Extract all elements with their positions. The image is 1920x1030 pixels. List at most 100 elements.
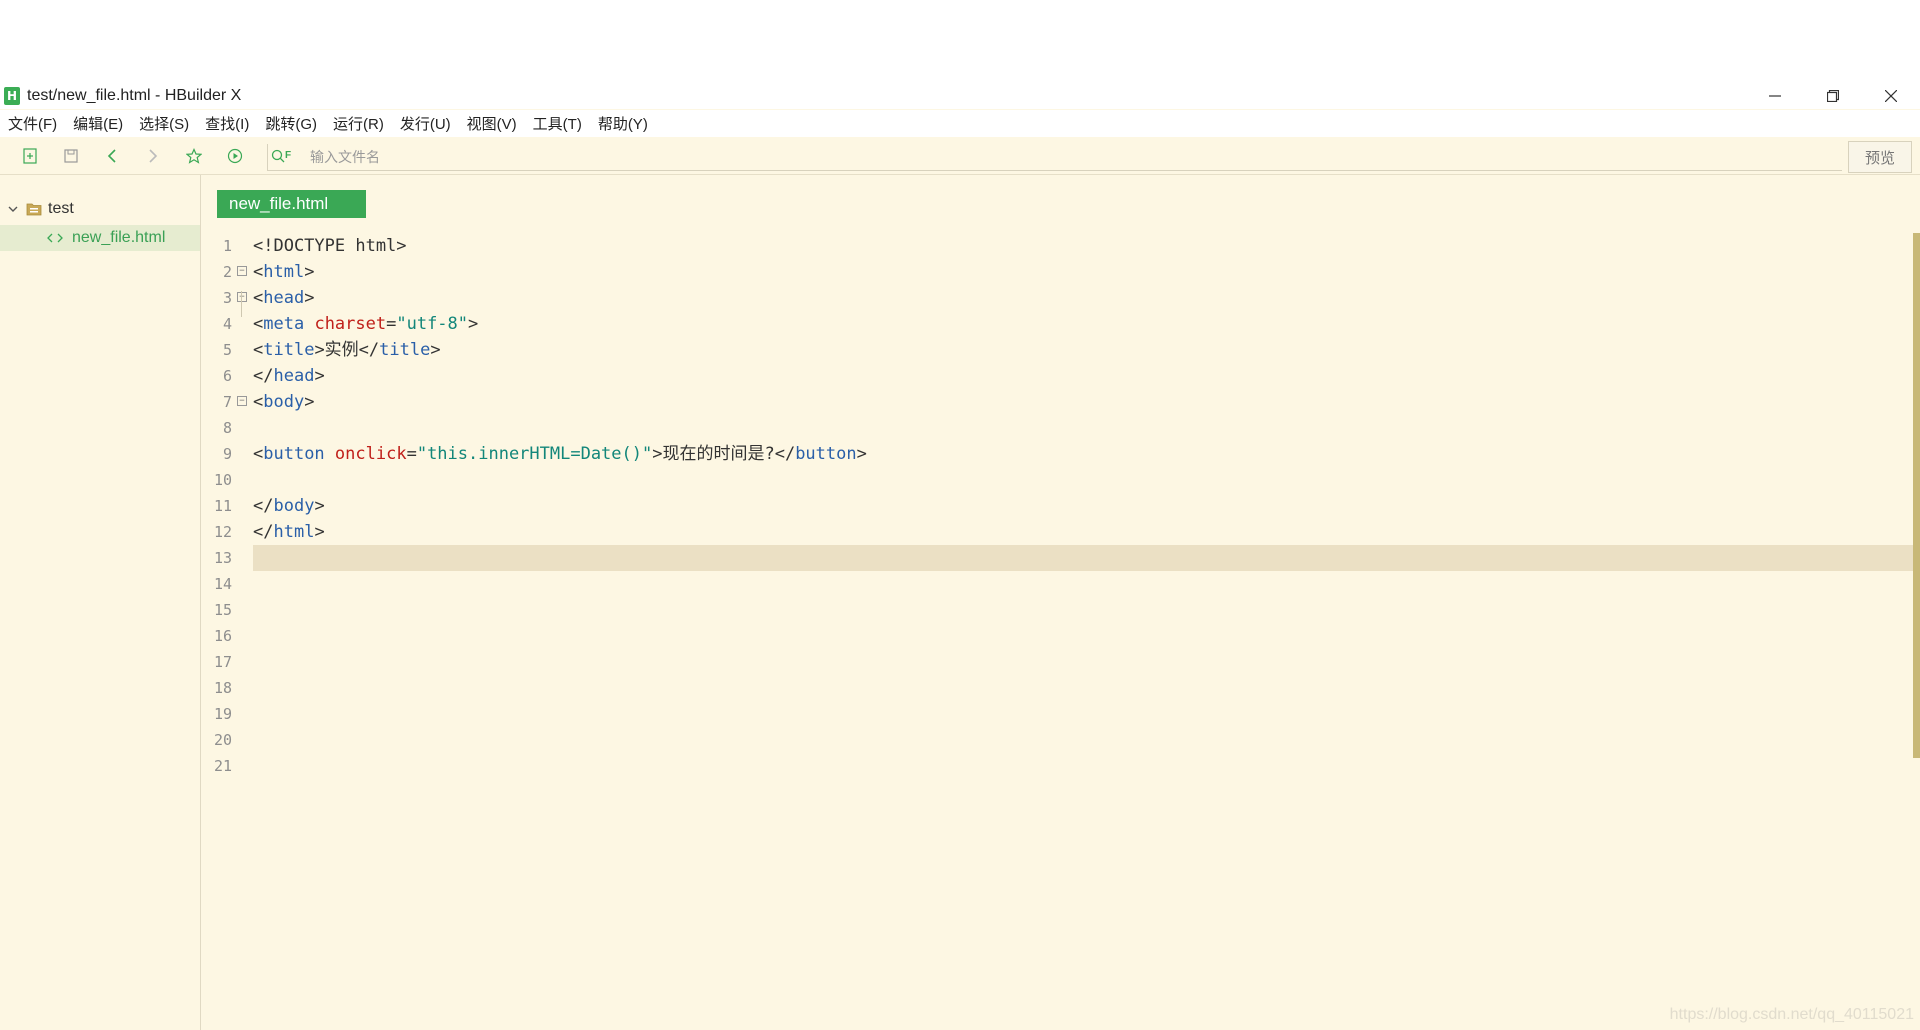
- code-line[interactable]: 15: [201, 597, 1911, 623]
- new-file-icon: [23, 148, 37, 164]
- code-token: >: [430, 340, 441, 360]
- menu-edit[interactable]: 编辑(E): [73, 113, 123, 134]
- code-line[interactable]: 14: [201, 571, 1911, 597]
- fold-toggle-icon[interactable]: −: [237, 396, 247, 406]
- line-number: 18: [213, 679, 232, 697]
- menu-help[interactable]: 帮助(Y): [598, 113, 648, 134]
- minimize-button[interactable]: [1746, 83, 1804, 109]
- menu-view[interactable]: 视图(V): [467, 113, 517, 134]
- watermark: https://blog.csdn.net/qq_40115021: [1669, 1006, 1914, 1023]
- line-number: 10: [213, 471, 232, 489]
- line-number: 11: [213, 497, 232, 515]
- line-number: 15: [213, 601, 232, 619]
- code-line[interactable]: 3−<head>: [201, 285, 1911, 311]
- search-input[interactable]: [308, 144, 1812, 170]
- vertical-scrollbar[interactable]: [1913, 233, 1920, 758]
- code-lines[interactable]: 1<!DOCTYPE html>2−<html>3−<head>4<meta c…: [201, 233, 1913, 779]
- forward-button[interactable]: [143, 146, 163, 166]
- menu-tools[interactable]: 工具(T): [533, 113, 582, 134]
- code-line[interactable]: 12 </html>: [201, 519, 1911, 545]
- code-text: <title>实例</title>: [253, 337, 441, 363]
- chevron-right-icon: [149, 149, 158, 163]
- code-token: >: [304, 288, 315, 308]
- code-token: >现在的时间是?</: [652, 444, 796, 464]
- restore-button[interactable]: [1804, 83, 1862, 109]
- menu-file[interactable]: 文件(F): [8, 113, 57, 134]
- favorite-button[interactable]: [184, 146, 204, 166]
- code-line[interactable]: 17: [201, 649, 1911, 675]
- menu-goto[interactable]: 跳转(G): [265, 113, 317, 134]
- code-token: =: [386, 314, 397, 334]
- code-token: <: [253, 444, 264, 464]
- code-line[interactable]: 21: [201, 753, 1911, 779]
- line-number: 1: [222, 237, 232, 255]
- save-icon: [64, 149, 78, 163]
- code-line[interactable]: 6 </head>: [201, 363, 1911, 389]
- menu-run[interactable]: 运行(R): [333, 113, 384, 134]
- tree-file-item[interactable]: new_file.html: [0, 225, 200, 251]
- code-line[interactable]: 5 <title>实例</title>: [201, 337, 1911, 363]
- code-token: </: [253, 496, 274, 516]
- new-file-button[interactable]: [20, 146, 40, 166]
- code-editor[interactable]: new_file.html 1<!DOCTYPE html>2−<html>3−…: [201, 175, 1920, 1030]
- tree-project-test[interactable]: test: [0, 197, 200, 221]
- fold-toggle-icon[interactable]: −: [237, 266, 247, 276]
- code-line[interactable]: 19: [201, 701, 1911, 727]
- window-title: test/new_file.html - HBuilder X: [27, 87, 242, 104]
- code-text: </head>: [253, 363, 325, 389]
- editor-tab-active[interactable]: new_file.html: [217, 190, 366, 218]
- code-token: >: [314, 496, 325, 516]
- line-number: 17: [213, 653, 232, 671]
- current-line-highlight: [253, 545, 1913, 571]
- back-button[interactable]: [102, 146, 122, 166]
- star-icon: [186, 148, 202, 164]
- code-line[interactable]: 16: [201, 623, 1911, 649]
- code-line[interactable]: 7− <body>: [201, 389, 1911, 415]
- play-circle-icon: [227, 148, 243, 164]
- code-line[interactable]: 13: [201, 545, 1913, 571]
- code-token: >: [304, 262, 315, 282]
- code-line[interactable]: 10: [201, 467, 1911, 493]
- code-text: <meta charset="utf-8">: [253, 311, 478, 337]
- code-token: </: [253, 366, 274, 386]
- close-icon: [1885, 90, 1897, 102]
- close-window-button[interactable]: [1862, 83, 1920, 109]
- line-number: 2: [222, 263, 232, 281]
- title-bar: H test/new_file.html - HBuilder X: [0, 83, 1920, 109]
- code-line[interactable]: 1 <!DOCTYPE html>: [201, 233, 1911, 259]
- file-search-box[interactable]: F: [267, 144, 1842, 171]
- fold-guide: [241, 291, 242, 317]
- code-token: >: [856, 444, 867, 464]
- line-number: 8: [222, 419, 232, 437]
- menu-select[interactable]: 选择(S): [139, 113, 189, 134]
- code-line[interactable]: 2− <html>: [201, 259, 1911, 285]
- code-line[interactable]: 4 <meta charset="utf-8">: [201, 311, 1911, 337]
- code-line[interactable]: 18: [201, 675, 1911, 701]
- code-token: >: [304, 392, 315, 412]
- code-line[interactable]: 20: [201, 727, 1911, 753]
- code-text: <body>: [253, 389, 314, 415]
- run-button[interactable]: [225, 146, 245, 166]
- code-line[interactable]: 11 </body>: [201, 493, 1911, 519]
- code-token: button: [795, 444, 857, 464]
- code-line[interactable]: 8: [201, 415, 1911, 441]
- menu-find[interactable]: 查找(I): [205, 113, 249, 134]
- code-token: >: [314, 522, 325, 542]
- fold-toggle-icon[interactable]: −: [237, 292, 247, 302]
- preview-button[interactable]: 预览: [1848, 141, 1912, 173]
- code-token: head: [273, 366, 315, 386]
- line-number: 13: [213, 549, 232, 567]
- code-token: html: [263, 262, 305, 282]
- line-number: 6: [222, 367, 232, 385]
- menu-publish[interactable]: 发行(U): [400, 113, 451, 134]
- menu-bar: 文件(F) 编辑(E) 选择(S) 查找(I) 跳转(G) 运行(R) 发行(U…: [0, 110, 1920, 137]
- code-line[interactable]: 9 <button onclick="this.innerHTML=Date()"…: [201, 441, 1911, 467]
- save-button[interactable]: [61, 146, 81, 166]
- code-token: >: [314, 366, 325, 386]
- chevron-down-icon[interactable]: [8, 204, 18, 214]
- code-token: <!DOCTYPE html>: [253, 236, 407, 256]
- code-token: <: [253, 314, 264, 334]
- window-controls: [1746, 83, 1920, 109]
